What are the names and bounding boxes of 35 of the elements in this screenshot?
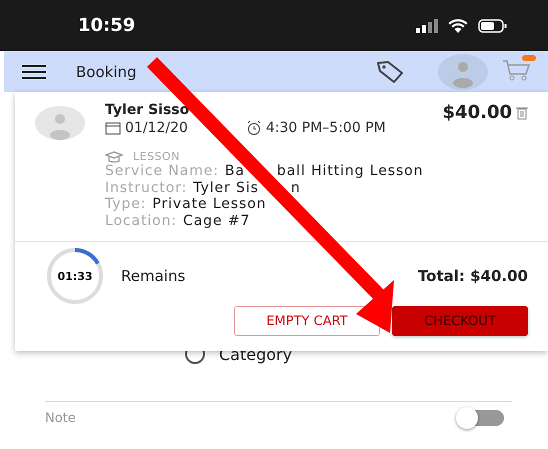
avatar-icon [35, 106, 85, 140]
cart-icon[interactable] [502, 58, 530, 80]
empty-cart-button[interactable]: EMPTY CART [234, 306, 380, 336]
detail-label: Service Name: [105, 163, 219, 180]
timer-label: Remains [121, 267, 186, 285]
detail-label: Location: [105, 212, 178, 229]
timer-reading: 01:33 [57, 270, 92, 282]
clock-time: 10:59 [78, 15, 136, 36]
note-label: Note [45, 410, 76, 426]
detail-value: Tyler Sis [193, 180, 259, 196]
category-label: LESSON [133, 150, 180, 163]
cart-badge [522, 54, 536, 60]
detail-value: Ba [224, 163, 245, 180]
battery-icon [478, 18, 508, 32]
trash-icon[interactable] [516, 106, 528, 120]
detail-value: n [290, 180, 301, 196]
detail-label: Type: [105, 196, 146, 212]
detail-value: ball Hitting Lesson [276, 163, 424, 180]
booking-time: 4:30 PM–5:00 PM [266, 120, 386, 136]
detail-value: Private Lesson [152, 196, 266, 212]
customer-name: Tyler Sisso [105, 102, 190, 118]
signal-icon [416, 18, 438, 32]
page-title: Booking [76, 62, 138, 80]
cart-total: Total: $40.00 [418, 267, 528, 285]
calendar-icon [105, 121, 121, 135]
item-price: $40.00 [442, 102, 512, 123]
menu-icon[interactable] [22, 64, 46, 78]
wifi-icon [448, 18, 468, 33]
checkout-button[interactable]: CHECKOUT [392, 306, 528, 336]
detail-value: Cage #7 [183, 212, 250, 229]
tag-icon[interactable] [376, 60, 404, 84]
detail-label: Instructor: [105, 180, 188, 196]
graduation-cap-icon [105, 150, 123, 162]
alarm-clock-icon [246, 120, 262, 136]
booking-date: 01/12/20 [125, 120, 188, 136]
